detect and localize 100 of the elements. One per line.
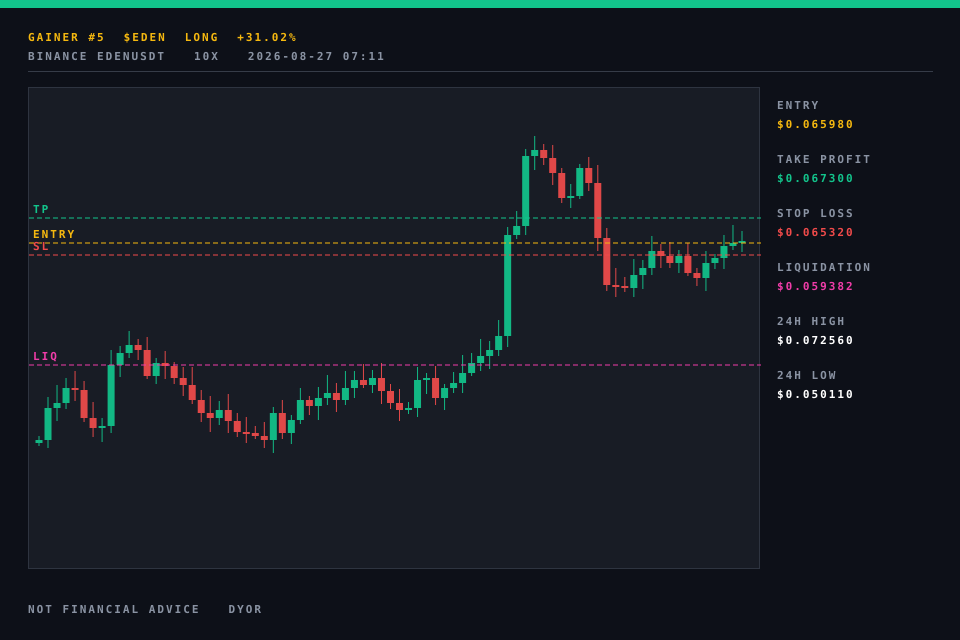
candle bbox=[162, 350, 169, 380]
candle bbox=[126, 330, 133, 358]
candle bbox=[260, 422, 268, 448]
disclaimer-text: DYOR bbox=[228, 603, 263, 616]
candle bbox=[441, 384, 448, 410]
candle bbox=[567, 184, 574, 208]
candle bbox=[612, 268, 620, 298]
stat-value: $0.065980 bbox=[777, 118, 856, 131]
candle bbox=[368, 370, 376, 394]
signal-meta: 10X bbox=[194, 50, 220, 63]
candle bbox=[657, 244, 664, 268]
candle bbox=[288, 414, 295, 444]
candle bbox=[360, 364, 367, 388]
stat-label: LIQUIDATION bbox=[777, 261, 872, 274]
candle bbox=[198, 390, 205, 422]
candle bbox=[693, 268, 700, 286]
candle bbox=[378, 362, 385, 404]
candle bbox=[495, 320, 502, 356]
level-label: TP bbox=[33, 204, 50, 216]
disclaimer-text: NOT FINANCIAL ADVICE bbox=[28, 603, 200, 616]
stat-value: $0.065320 bbox=[777, 226, 856, 239]
candle bbox=[738, 230, 746, 252]
candle bbox=[116, 346, 124, 378]
candle bbox=[98, 418, 106, 442]
candle bbox=[224, 394, 232, 434]
candle bbox=[278, 400, 286, 440]
candle bbox=[44, 396, 52, 448]
candle bbox=[188, 366, 196, 404]
candle bbox=[342, 370, 349, 406]
signal-title: $EDEN bbox=[124, 31, 167, 44]
level-label: ENTRY bbox=[33, 229, 76, 241]
candle bbox=[729, 224, 736, 250]
candle bbox=[639, 260, 646, 290]
candle bbox=[513, 210, 520, 240]
stat-value: $0.059382 bbox=[777, 280, 856, 293]
candle bbox=[648, 236, 656, 276]
candle bbox=[324, 374, 331, 406]
candle bbox=[702, 250, 710, 292]
candle bbox=[62, 378, 70, 410]
stat-value: $0.072560 bbox=[777, 334, 856, 347]
candle bbox=[684, 242, 692, 276]
candle bbox=[531, 136, 538, 170]
candle bbox=[270, 406, 277, 454]
candle bbox=[450, 372, 458, 394]
stat-label: 24H LOW bbox=[777, 369, 838, 382]
candle bbox=[630, 258, 638, 298]
candle bbox=[414, 366, 422, 418]
candle bbox=[558, 168, 566, 204]
candle bbox=[152, 358, 160, 384]
level-label: LIQ bbox=[33, 351, 59, 363]
candle bbox=[350, 370, 358, 398]
candle bbox=[711, 254, 718, 270]
candle bbox=[432, 366, 440, 406]
candle bbox=[666, 242, 674, 268]
candle bbox=[206, 396, 214, 432]
candle bbox=[387, 384, 394, 410]
candle bbox=[80, 380, 88, 422]
candle bbox=[36, 436, 42, 446]
candle bbox=[396, 388, 403, 422]
signal-title: GAINER #5 bbox=[28, 31, 106, 44]
candle bbox=[54, 384, 61, 422]
candle bbox=[720, 234, 728, 270]
candle bbox=[234, 412, 241, 438]
candle bbox=[170, 362, 178, 384]
candle bbox=[180, 366, 187, 396]
candle bbox=[72, 370, 79, 402]
candle bbox=[252, 426, 259, 440]
candle bbox=[468, 352, 476, 376]
candle bbox=[306, 396, 313, 416]
signal-title: LONG bbox=[184, 31, 220, 44]
candle bbox=[90, 402, 97, 438]
level-label: SL bbox=[33, 241, 50, 253]
candle bbox=[459, 354, 466, 394]
candle bbox=[576, 164, 584, 200]
candle bbox=[603, 228, 610, 292]
candle bbox=[314, 386, 322, 420]
candle bbox=[134, 338, 142, 360]
signal-meta: BINANCE EDENUSDT bbox=[28, 50, 166, 63]
candle bbox=[423, 372, 430, 394]
candle bbox=[296, 388, 304, 424]
stat-label: STOP LOSS bbox=[777, 207, 856, 220]
stat-label: ENTRY bbox=[777, 99, 822, 112]
stat-value: $0.050110 bbox=[777, 388, 856, 401]
stat-label: TAKE PROFIT bbox=[777, 153, 872, 166]
candle bbox=[216, 400, 223, 426]
candle bbox=[675, 250, 682, 274]
candle bbox=[549, 144, 556, 186]
candle bbox=[486, 340, 494, 370]
candle bbox=[332, 382, 340, 412]
candle bbox=[242, 416, 250, 444]
stat-label: 24H HIGH bbox=[777, 315, 847, 328]
candle bbox=[585, 156, 592, 192]
signal-meta: 2026-08-27 07:11 bbox=[248, 50, 386, 63]
signal-title: +31.02% bbox=[237, 31, 298, 44]
candle bbox=[477, 338, 484, 372]
candle bbox=[540, 144, 548, 166]
stat-value: $0.067300 bbox=[777, 172, 856, 185]
candle bbox=[144, 336, 151, 380]
candle bbox=[405, 402, 412, 414]
candle bbox=[621, 276, 628, 292]
